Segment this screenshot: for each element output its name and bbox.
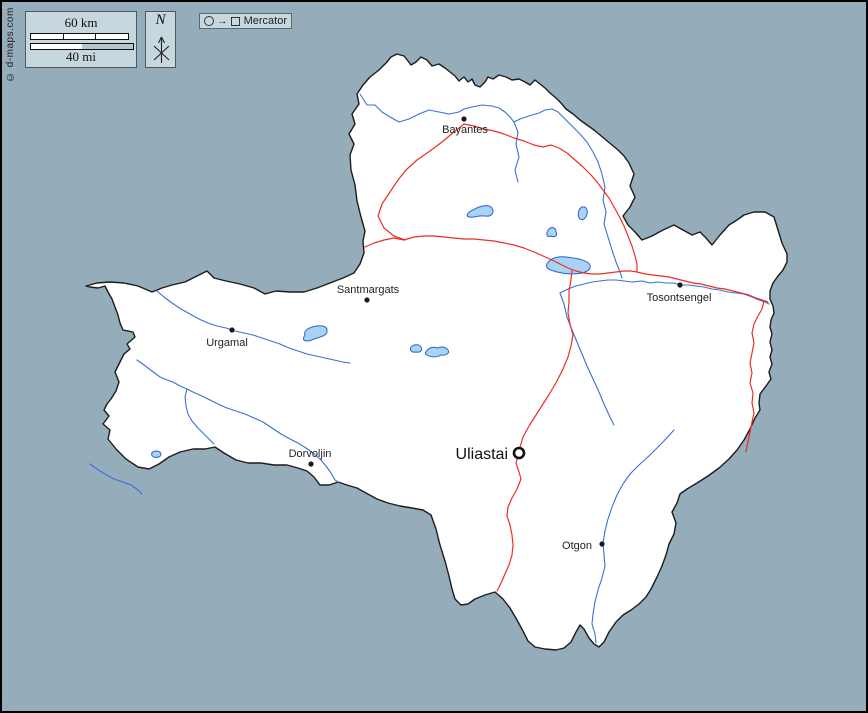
town-marker-otgon	[599, 541, 605, 547]
town-label-tosontsengel: Tosontsengel	[647, 292, 712, 304]
capital-marker-uliastai	[512, 446, 526, 460]
town-marker-dorvoljin	[308, 461, 314, 467]
town-label-dorvoljin: Dorvoljin	[289, 448, 332, 460]
projection-box: → Mercator	[199, 13, 292, 29]
scale-tick	[95, 34, 96, 39]
town-label-otgon: Otgon	[562, 540, 592, 552]
scale-box: 60 km 40 mi	[25, 11, 137, 68]
town-label-uliastai: Uliastai	[456, 446, 508, 463]
town-label-santmargats: Santmargats	[337, 284, 400, 296]
town-marker-tosontsengel	[677, 282, 683, 288]
lake	[151, 450, 162, 458]
scale-km-bar	[30, 33, 129, 40]
projection-label: Mercator	[243, 15, 287, 27]
town-marker-santmargats	[364, 297, 370, 303]
north-label: N	[155, 12, 166, 28]
north-indicator: N	[145, 11, 176, 68]
copyright-text: © d-maps.com	[5, 7, 16, 82]
arrow-right-icon: →	[216, 15, 228, 27]
scale-tick	[63, 34, 64, 39]
river-tail	[89, 463, 143, 495]
map-background: Bayantes Santmargats Tosontsengel Urgama…	[0, 0, 868, 713]
square-icon	[230, 16, 240, 26]
scale-mi-label: 40 mi	[66, 49, 96, 64]
lake	[424, 346, 449, 358]
compass-icon	[153, 36, 170, 63]
lake	[409, 344, 423, 353]
town-marker-urgamal	[229, 327, 235, 333]
scale-km-label: 60 km	[64, 15, 98, 30]
circle-icon	[204, 16, 214, 26]
map-canvas: Bayantes Santmargats Tosontsengel Urgama…	[85, 53, 788, 651]
town-label-urgamal: Urgamal	[206, 337, 248, 349]
town-label-bayantes: Bayantes	[442, 124, 488, 136]
town-marker-bayantes	[461, 116, 467, 122]
